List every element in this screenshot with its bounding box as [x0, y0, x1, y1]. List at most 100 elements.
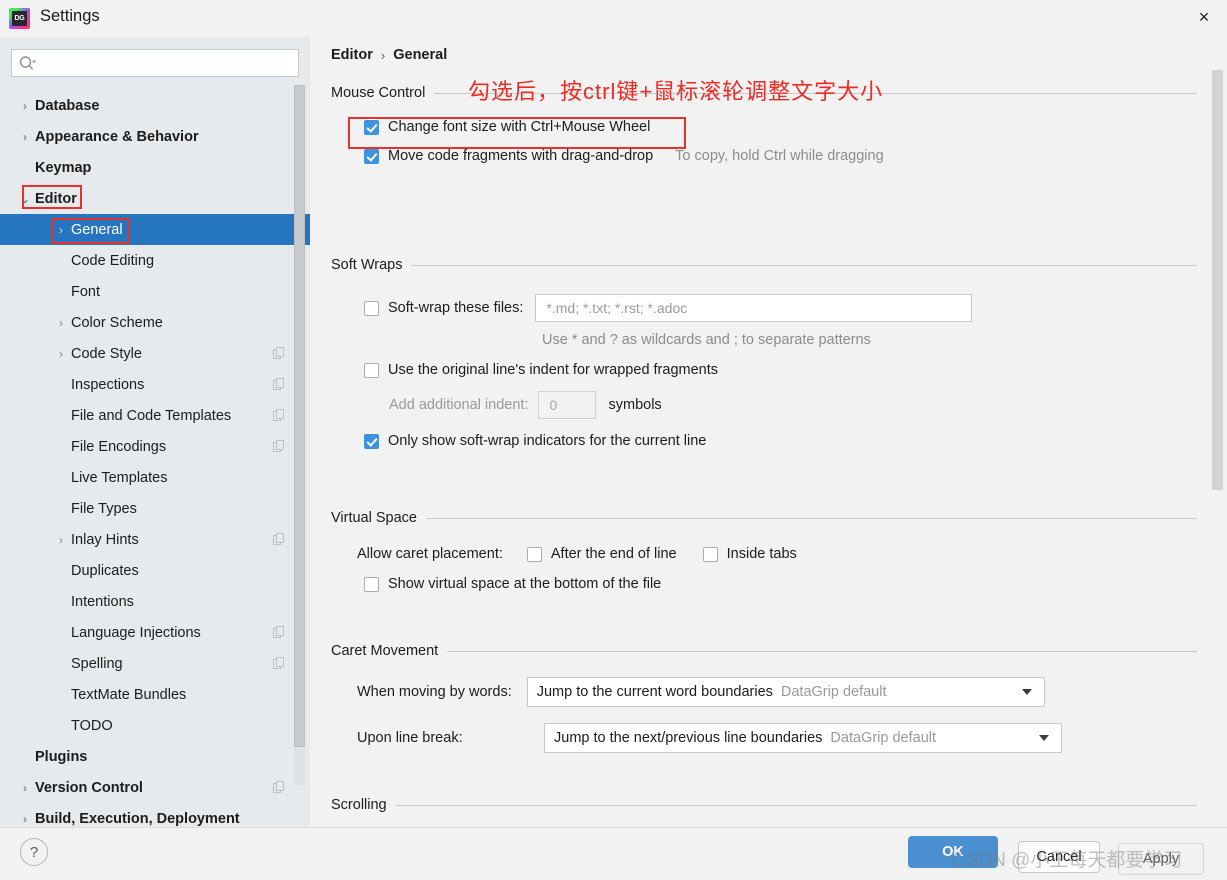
chevron-right-icon[interactable]: › [18, 781, 32, 795]
label-allow-caret-placement: Allow caret placement: [357, 546, 503, 562]
title-bar: DG Settings × [0, 0, 1227, 37]
row-show-virtual-space[interactable]: Show virtual space at the bottom of the … [364, 576, 1197, 592]
sidebar-item-file-encodings[interactable]: ›File Encodings [0, 431, 310, 462]
add-additional-indent-input[interactable] [547, 396, 588, 414]
row-only-show-indicators[interactable]: Only show soft-wrap indicators for the c… [364, 433, 1197, 449]
help-icon[interactable]: ? [20, 838, 48, 866]
copy-settings-icon[interactable] [273, 378, 285, 390]
checkbox-inside-tabs[interactable] [702, 546, 718, 562]
sidebar-scrollbar-thumb[interactable] [294, 85, 305, 747]
sidebar-item-code-style[interactable]: › Code Style [0, 338, 310, 369]
soft-wrap-files-field[interactable] [535, 294, 973, 322]
dropdown-upon-line-break[interactable]: Jump to the next/previous line boundarie… [544, 723, 1062, 753]
section-divider [411, 264, 1197, 266]
breadcrumb-parent[interactable]: Editor [331, 47, 373, 63]
checkbox-soft-wrap-files[interactable] [364, 300, 379, 316]
section-soft-wraps: Soft Wraps Soft-wrap these files: Use * … [331, 257, 1197, 449]
section-label: Caret Movement [331, 643, 439, 659]
sidebar-item-label: TODO [71, 717, 113, 734]
checkbox-change-font-size[interactable] [364, 119, 379, 135]
sidebar-item-intentions[interactable]: ›Intentions [0, 586, 310, 617]
chevron-right-icon[interactable]: › [54, 316, 68, 330]
row-move-code-fragments[interactable]: Move code fragments with drag-and-drop T… [364, 148, 1197, 164]
ok-button[interactable]: OK [908, 836, 998, 868]
cancel-button[interactable]: Cancel [1018, 841, 1100, 873]
dropdown-when-moving-by-words[interactable]: Jump to the current word boundaries Data… [526, 677, 1045, 707]
sidebar-item-language-injections[interactable]: ›Language Injections [0, 617, 310, 648]
add-additional-indent-field[interactable] [538, 391, 597, 419]
search-input[interactable] [40, 54, 274, 72]
sidebar-item-inspections[interactable]: ›Inspections [0, 369, 310, 400]
sidebar-item-version-control[interactable]: › Version Control [0, 772, 310, 803]
row-original-indent[interactable]: Use the original line's indent for wrapp… [364, 362, 1197, 378]
chevron-right-icon[interactable]: › [54, 347, 68, 361]
chevron-right-icon[interactable]: › [18, 130, 32, 144]
sidebar-item-color-scheme[interactable]: › Color Scheme [0, 307, 310, 338]
label-symbols: symbols [608, 397, 662, 413]
sidebar-item-file-types[interactable]: ›File Types [0, 493, 310, 524]
sidebar-item-live-templates[interactable]: ›Live Templates [0, 462, 310, 493]
row-soft-wrap-files[interactable]: Soft-wrap these files: [364, 294, 1197, 322]
sidebar-item-duplicates[interactable]: ›Duplicates [0, 555, 310, 586]
sidebar-item-label: Plugins [35, 748, 88, 765]
copy-settings-icon[interactable] [273, 409, 285, 421]
main-scrollbar-thumb[interactable] [1212, 70, 1223, 490]
search-box[interactable] [11, 49, 299, 77]
section-divider [425, 517, 1197, 519]
copy-settings-icon[interactable] [273, 533, 285, 545]
sidebar-item-label: General [71, 221, 123, 238]
checkbox-after-end-of-line[interactable] [526, 546, 542, 562]
sidebar-item-file-and-code-templates[interactable]: ›File and Code Templates [0, 400, 310, 431]
chevron-down-icon[interactable] [1039, 735, 1049, 741]
copy-settings-icon[interactable] [273, 347, 285, 359]
sidebar-item-label: Language Injections [71, 624, 201, 641]
settings-main-panel: Editor › General Mouse Control Change fo… [310, 37, 1227, 827]
section-title-soft-wraps: Soft Wraps [331, 257, 1197, 273]
row-when-moving-by-words: When moving by words: Jump to the curren… [357, 677, 1197, 707]
settings-tree: ›Database›Appearance & Behavior›Keymap⌄E… [0, 90, 310, 827]
sidebar-item-build-execution-deployment[interactable]: › Build, Execution, Deployment [0, 803, 310, 827]
chevron-right-icon[interactable]: › [18, 99, 32, 113]
sidebar-item-keymap[interactable]: ›Keymap [0, 152, 310, 183]
sidebar-item-label: Color Scheme [71, 314, 163, 331]
copy-settings-icon[interactable] [273, 657, 285, 669]
sidebar-item-font[interactable]: ›Font [0, 276, 310, 307]
apply-button[interactable]: Apply [1118, 843, 1204, 875]
checkbox-move-code-fragments[interactable] [364, 148, 379, 164]
checkbox-show-virtual-space[interactable] [364, 576, 379, 592]
chevron-down-icon[interactable] [1021, 689, 1032, 695]
row-change-font-size[interactable]: Change font size with Ctrl+Mouse Wheel [364, 119, 1197, 135]
sidebar-item-appearance-behavior[interactable]: › Appearance & Behavior [0, 121, 310, 152]
checkbox-original-indent[interactable] [364, 362, 379, 378]
close-icon[interactable]: × [1181, 0, 1227, 34]
sidebar-item-spelling[interactable]: ›Spelling [0, 648, 310, 679]
copy-settings-icon[interactable] [273, 626, 285, 638]
sidebar-item-label: Spelling [71, 655, 123, 672]
sidebar-item-label: Editor [35, 190, 77, 207]
sidebar-item-label: Intentions [71, 593, 134, 610]
sidebar-item-general[interactable]: › General [0, 214, 310, 245]
chevron-down-icon[interactable]: ⌄ [18, 192, 32, 206]
label-change-font-size: Change font size with Ctrl+Mouse Wheel [388, 119, 651, 135]
section-label: Scrolling [331, 797, 387, 813]
chevron-right-icon[interactable]: › [54, 533, 68, 547]
sidebar-item-label: Font [71, 283, 101, 300]
sidebar-item-database[interactable]: › Database [0, 90, 310, 121]
hint-move-code-fragments: To copy, hold Ctrl while dragging [675, 148, 884, 164]
sidebar-item-code-editing[interactable]: ›Code Editing [0, 245, 310, 276]
sidebar-item-todo[interactable]: ›TODO [0, 710, 310, 741]
sidebar-item-editor[interactable]: ⌄ Editor [0, 183, 310, 214]
sidebar-item-label: Live Templates [71, 469, 168, 486]
sidebar-item-inlay-hints[interactable]: › Inlay Hints [0, 524, 310, 555]
sidebar-item-label: Appearance & Behavior [35, 128, 199, 145]
hint-wildcards: Use * and ? as wildcards and ; to separa… [542, 332, 871, 348]
copy-settings-icon[interactable] [273, 440, 285, 452]
chevron-right-icon[interactable]: › [54, 223, 68, 237]
window-title: Settings [40, 7, 100, 25]
sidebar-item-textmate-bundles[interactable]: ›TextMate Bundles [0, 679, 310, 710]
chevron-right-icon[interactable]: › [18, 812, 32, 826]
sidebar-item-plugins[interactable]: ›Plugins [0, 741, 310, 772]
copy-settings-icon[interactable] [273, 781, 285, 793]
checkbox-only-show-indicators[interactable] [364, 433, 379, 449]
soft-wrap-files-input[interactable] [544, 299, 964, 317]
